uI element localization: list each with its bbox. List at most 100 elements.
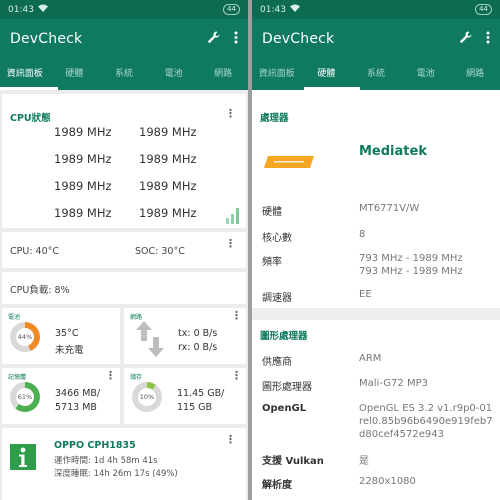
info-icon — [10, 444, 36, 474]
cpu-load-card[interactable]: CPU負載: 8% — [2, 272, 246, 304]
card-menu-icon[interactable]: ⋮ — [231, 370, 242, 381]
tab-battery[interactable]: 電池 — [149, 58, 199, 90]
row-label: 支援 Vulkan — [262, 456, 324, 467]
status-time: 01:43 — [8, 4, 34, 15]
row-label: 圖形處理器 — [262, 382, 312, 393]
storage-percent: 10% — [138, 388, 156, 406]
transfer-arrows-icon — [136, 321, 164, 361]
deep-sleep: 深度睡眠: 14h 26m 17s (49%) — [54, 469, 178, 479]
row-label: 頻率 — [262, 257, 282, 268]
cpu-status-title: CPU狀態 — [10, 113, 51, 124]
tab-system[interactable]: 系統 — [99, 58, 149, 90]
tab-network[interactable]: 網路 — [198, 58, 248, 90]
device-name: OPPO CPH1835 — [54, 440, 136, 451]
battery-state: 未充電 — [55, 345, 84, 356]
ram-percent: 61% — [16, 388, 34, 406]
tab-bar: 資訊面板 硬體 系統 電池 網路 — [252, 58, 500, 90]
gpu-section-title: 圖形處理器 — [260, 331, 308, 342]
storage-ring: 10% — [132, 382, 162, 412]
ram-total: 5713 MB — [55, 402, 97, 413]
network-tx: tx: 0 B/s — [178, 328, 218, 339]
core-freq: 1989 MHz — [54, 179, 112, 193]
row-value: 8 — [359, 229, 366, 240]
row-value: 2280x1080 — [359, 476, 416, 487]
tab-network[interactable]: 網路 — [450, 58, 500, 90]
app-title: DevCheck — [262, 30, 335, 47]
row-label: 硬體 — [262, 207, 282, 218]
section-divider — [252, 308, 500, 320]
cpu-load-graph-icon — [226, 206, 240, 228]
row-value: ARM — [359, 353, 382, 364]
network-card-label: 網路 — [130, 314, 143, 321]
cpu-temp: CPU: 40°C — [10, 246, 60, 257]
card-menu-icon[interactable]: ⋮ — [105, 370, 116, 381]
row-value: 793 MHz - 1989 MHz — [359, 253, 463, 264]
ram-ring: 61% — [10, 382, 40, 412]
wifi-icon — [289, 4, 300, 15]
core-freq: 1989 MHz — [139, 179, 197, 193]
row-value: OpenGL ES 3.2 v1.r9p0-01 — [359, 403, 493, 414]
core-freq: 1989 MHz — [54, 125, 112, 139]
processor-brand: Mediatek — [359, 144, 427, 159]
row-value: 793 MHz - 1989 MHz — [359, 266, 463, 277]
app-title: DevCheck — [10, 30, 83, 47]
tab-hardware[interactable]: 硬體 — [50, 58, 100, 90]
battery-card[interactable]: 電池 44% 35°C 未充電 — [2, 308, 120, 364]
battery-card-label: 電池 — [8, 314, 21, 321]
card-menu-icon[interactable]: ⋮ — [225, 238, 236, 249]
row-label: 解析度 — [262, 480, 292, 491]
battery-temp: 35°C — [55, 328, 79, 339]
row-value: rel0.85b96b6490e919feb7 — [359, 416, 493, 427]
tab-battery[interactable]: 電池 — [401, 58, 451, 90]
ram-used: 3466 MB/ — [55, 388, 101, 399]
row-value: EE — [359, 289, 372, 300]
core-freq: 1989 MHz — [139, 152, 197, 166]
row-value: Mali-G72 MP3 — [359, 378, 428, 389]
card-menu-icon[interactable]: ⋮ — [231, 310, 242, 321]
network-rx: rx: 0 B/s — [178, 342, 218, 353]
tab-hardware[interactable]: 硬體 — [302, 58, 352, 90]
app-bar: DevCheck — [252, 19, 500, 58]
storage-card[interactable]: 儲存 10% 11.45 GB/ 115 GB ⋮ — [124, 368, 246, 424]
tab-dashboard[interactable]: 資訊面板 — [252, 58, 302, 90]
battery-percent: 44% — [16, 328, 34, 346]
wrench-icon[interactable] — [207, 29, 220, 48]
cpu-status-card[interactable]: CPU狀態 ⋮ 1989 MHz 1989 MHz 1989 MHz 1989 … — [2, 94, 246, 228]
battery-indicator: 44 — [475, 4, 492, 15]
device-card[interactable]: OPPO CPH1835 運作時間: 1d 4h 58m 41s 深度睡眠: 1… — [2, 428, 246, 500]
tab-dashboard[interactable]: 資訊面板 — [0, 58, 50, 90]
app-bar: DevCheck — [0, 19, 248, 58]
status-bar: 01:43 44 — [252, 0, 500, 19]
row-value: 是 — [359, 456, 369, 467]
ram-card[interactable]: 記憶體 61% 3466 MB/ 5713 MB ⋮ — [2, 368, 120, 424]
tab-bar: 資訊面板 硬體 系統 電池 網路 — [0, 58, 248, 90]
uptime: 運作時間: 1d 4h 58m 41s — [54, 456, 158, 466]
tab-system[interactable]: 系統 — [351, 58, 401, 90]
overflow-menu-icon[interactable] — [486, 29, 490, 48]
row-value: MT6771V/W — [359, 203, 420, 214]
core-freq: 1989 MHz — [54, 152, 112, 166]
processor-section-title: 處理器 — [260, 113, 289, 124]
mediatek-logo — [264, 153, 314, 172]
card-menu-icon[interactable]: ⋮ — [225, 108, 236, 119]
row-label: 調速器 — [262, 293, 292, 304]
battery-ring: 44% — [10, 322, 40, 352]
card-menu-icon[interactable]: ⋮ — [225, 434, 236, 445]
wrench-icon[interactable] — [459, 29, 472, 48]
core-freq: 1989 MHz — [54, 206, 112, 220]
temperature-card[interactable]: CPU: 40°C SOC: 30°C ⋮ — [2, 232, 246, 268]
cpu-load: CPU負載: 8% — [10, 285, 70, 296]
row-label: OpenGL — [262, 403, 307, 414]
storage-used: 11.45 GB/ — [177, 388, 225, 399]
network-card[interactable]: 網路 tx: 0 B/s rx: 0 B/s ⋮ — [124, 308, 246, 364]
storage-card-label: 儲存 — [130, 374, 143, 381]
row-label: 核心數 — [262, 233, 292, 244]
core-freq: 1989 MHz — [139, 206, 197, 220]
row-value: d80cef4572e943 — [359, 429, 444, 440]
status-bar: 01:43 44 — [0, 0, 248, 19]
row-label: 供應商 — [262, 357, 292, 368]
core-freq: 1989 MHz — [139, 125, 197, 139]
overflow-menu-icon[interactable] — [234, 29, 238, 48]
storage-total: 115 GB — [177, 402, 213, 413]
status-time: 01:43 — [260, 4, 286, 15]
